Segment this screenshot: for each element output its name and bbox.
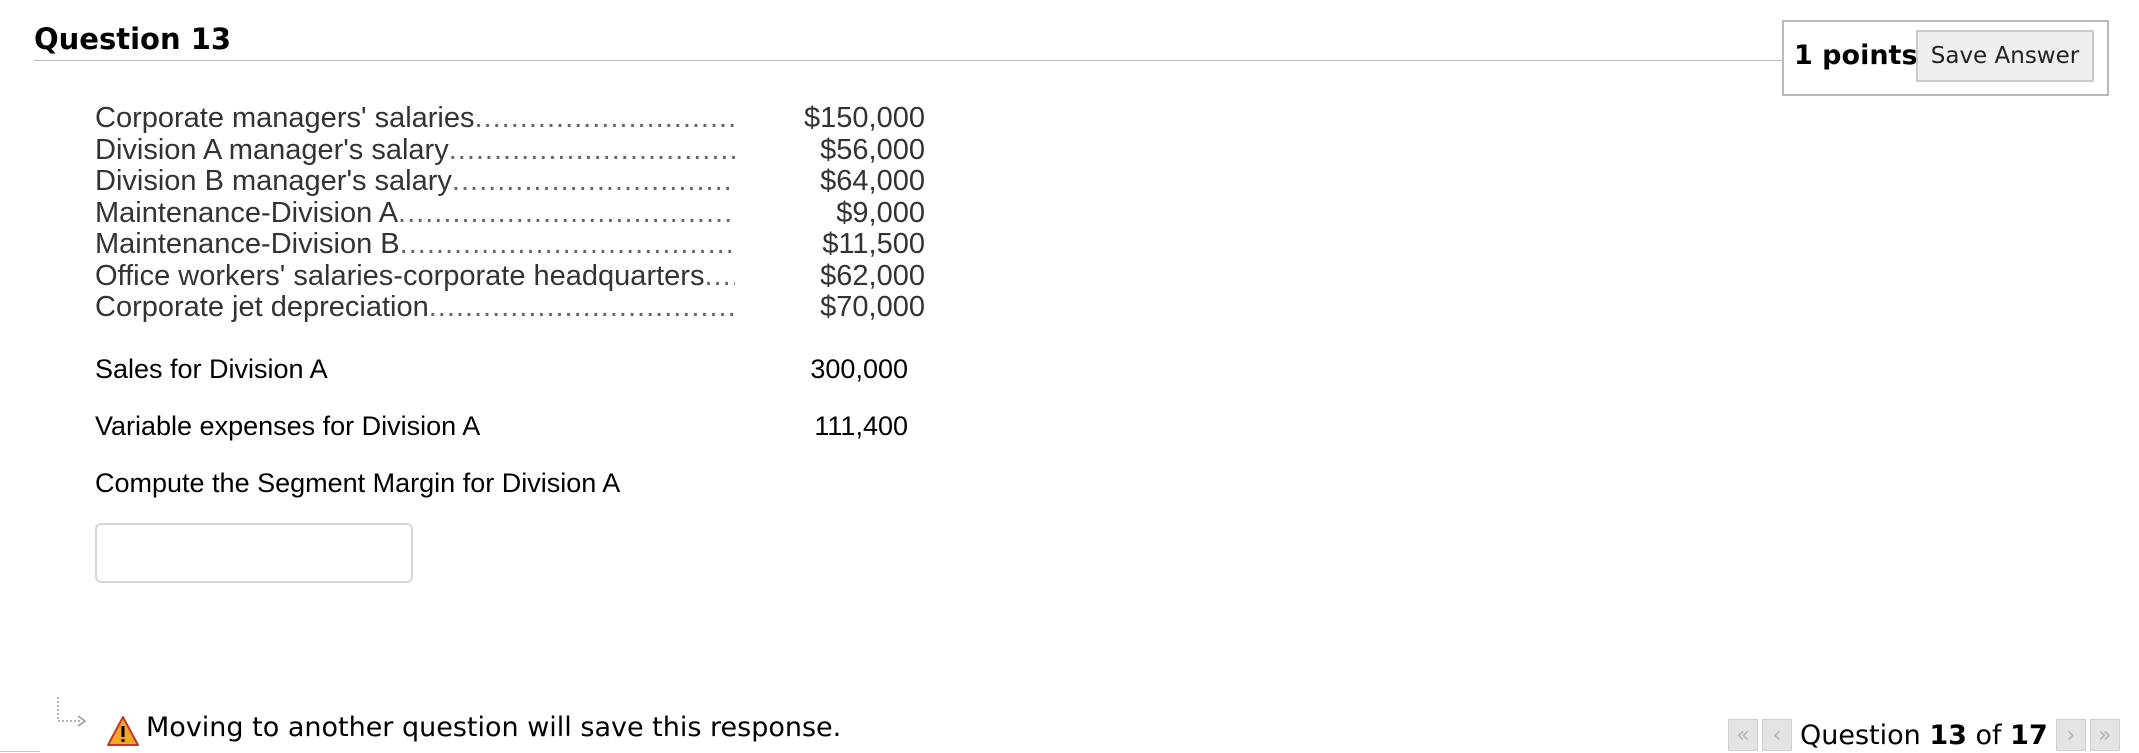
answer-input[interactable] (95, 523, 413, 583)
double-chevron-left-icon[interactable]: « (1728, 719, 1758, 751)
variable-expenses-value: 111,400 (814, 411, 908, 441)
expense-row: Maintenance-Division B..................… (95, 228, 925, 260)
expense-amount: $11,500 (822, 228, 925, 260)
question-pager: « ‹ Question 13 of 17 › » (1728, 718, 2124, 752)
expense-label: Division B manager's salary.............… (95, 165, 735, 197)
return-arrow-icon (57, 697, 87, 727)
expense-label: Division A manager's salary.............… (95, 133, 735, 166)
double-chevron-right-icon[interactable]: » (2089, 719, 2120, 751)
question-prompt: Compute the Segment Margin for Division … (95, 468, 621, 498)
expense-row: Corporate jet depreciation..............… (95, 291, 925, 323)
expense-amount: $56,000 (820, 133, 925, 166)
expense-label: Office workers' salaries-corporate headq… (95, 259, 735, 292)
expense-label: Corporate managers' salaries............… (95, 102, 735, 134)
save-warning-text: Moving to another question will save thi… (146, 712, 842, 743)
variable-expenses-label: Variable expenses for Division A (95, 411, 481, 441)
sales-value: 300,000 (810, 354, 908, 384)
chevron-right-icon[interactable]: › (2055, 719, 2086, 751)
footer-divider-left (0, 751, 40, 752)
pager-status: Question 13 of 17 (1800, 719, 2048, 751)
expense-amount: $9,000 (836, 196, 925, 229)
expense-row: Division B manager's salary.............… (95, 165, 925, 197)
warning-triangle-icon (107, 716, 139, 746)
expense-label: Maintenance-Division A..................… (95, 196, 735, 229)
header-divider (34, 60, 1782, 61)
expense-amount: $64,000 (820, 165, 925, 197)
expense-label: Maintenance-Division B..................… (95, 228, 735, 260)
expense-amount: $62,000 (820, 259, 925, 292)
points-panel: 1 points Save Answer (1782, 20, 2109, 96)
expense-amount: $150,000 (804, 102, 925, 134)
chevron-left-icon[interactable]: ‹ (1762, 719, 1792, 751)
pager-current: 13 (1929, 719, 1967, 751)
expense-label: Corporate jet depreciation..............… (95, 291, 735, 323)
expense-row: Corporate managers' salaries............… (95, 102, 925, 134)
points-label: 1 points (1794, 40, 1918, 71)
question-title: Question 13 (34, 22, 232, 56)
expense-row: Division A manager's salary.............… (95, 133, 925, 166)
expense-row: Office workers' salaries-corporate headq… (95, 259, 925, 292)
pager-total: 17 (2010, 719, 2048, 751)
sales-label: Sales for Division A (95, 354, 328, 384)
expense-row: Maintenance-Division A..................… (95, 196, 925, 229)
expense-table: Corporate managers' salaries............… (95, 102, 925, 323)
save-answer-button[interactable]: Save Answer (1916, 30, 2094, 82)
expense-amount: $70,000 (820, 291, 925, 323)
